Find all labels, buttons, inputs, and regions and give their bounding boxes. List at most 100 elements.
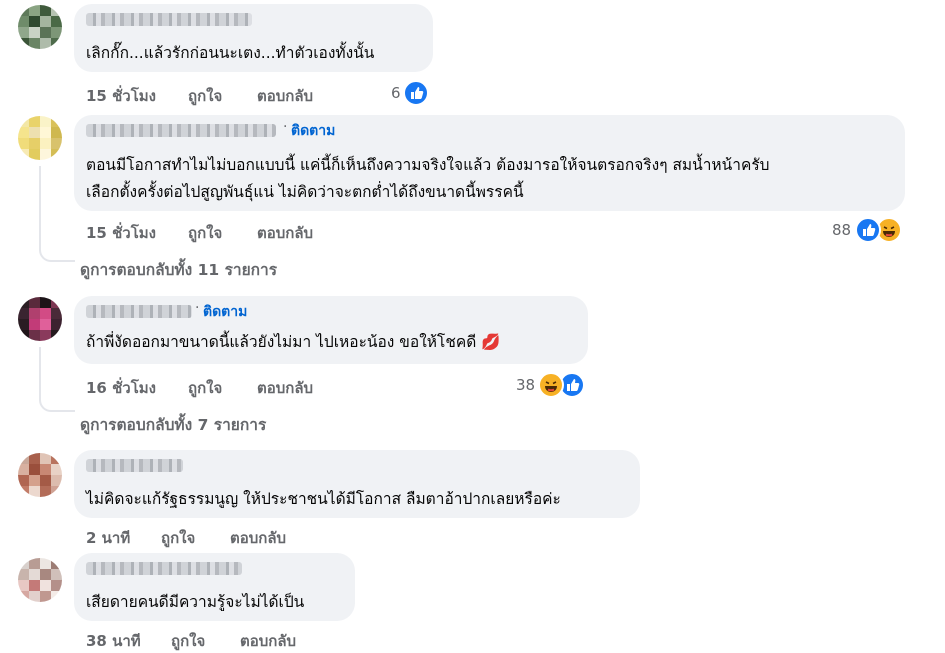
avatar-pixel <box>40 149 51 160</box>
commenter-name-redacted[interactable] <box>86 562 242 575</box>
follow-button[interactable]: ติดตาม <box>203 301 247 323</box>
avatar-pixel <box>18 27 29 38</box>
comment: ไม่คิดจะแก้รัฐธรรมนูญ ให้ประชาชนได้มีโอก… <box>0 445 945 550</box>
timestamp-link[interactable]: 2 นาที <box>86 526 130 550</box>
like-icon[interactable] <box>403 80 429 106</box>
avatar-pixel <box>18 38 29 49</box>
avatar-pixel <box>40 297 51 308</box>
avatar-pixel <box>51 138 62 149</box>
avatar-pixel <box>29 297 40 308</box>
timestamp-link[interactable]: 16 ชั่วโมง <box>86 376 156 400</box>
avatar-pixel <box>51 464 62 475</box>
avatar-pixel <box>51 297 62 308</box>
avatar-pixel <box>51 330 62 341</box>
avatar-pixel <box>51 558 62 569</box>
reaction-count[interactable]: 6 <box>391 84 401 102</box>
reply-button[interactable]: ตอบกลับ <box>240 629 296 653</box>
avatar-pixel <box>29 453 40 464</box>
avatar-pixel <box>40 558 51 569</box>
avatar-pixel <box>29 580 40 591</box>
avatar-pixel <box>29 558 40 569</box>
reaction-count[interactable]: 88 <box>832 221 851 239</box>
like-button[interactable]: ถูกใจ <box>188 376 222 400</box>
separator-dot: · <box>195 300 200 316</box>
avatar-pixel <box>18 453 29 464</box>
reply-button[interactable]: ตอบกลับ <box>257 221 313 245</box>
avatar-pixel <box>40 308 51 319</box>
avatar-pixel <box>18 308 29 319</box>
avatar-pixel <box>40 319 51 330</box>
avatar-pixel <box>40 38 51 49</box>
avatar-pixel <box>51 308 62 319</box>
avatar-pixel <box>18 591 29 602</box>
like-button[interactable]: ถูกใจ <box>188 221 222 245</box>
reaction-count[interactable]: 38 <box>516 376 535 394</box>
comment-text: ตอนมีโอกาสทำไมไม่บอกแบบนี้ แค่นี้ก็เห็นถ… <box>86 156 770 174</box>
avatar-pixel <box>18 319 29 330</box>
timestamp-link[interactable]: 15 ชั่วโมง <box>86 84 156 108</box>
avatar-pixel <box>40 580 51 591</box>
avatar-pixel <box>29 486 40 497</box>
avatar-pixel <box>18 5 29 16</box>
avatar-pixel <box>18 475 29 486</box>
avatar-pixel <box>29 319 40 330</box>
avatar[interactable] <box>18 453 62 497</box>
comment: · ติดตาม ถ้าพี่งัดออกมาขนาดนี้แล้วยังไม่… <box>0 285 945 445</box>
comment: เสียดายคนดีมีความรู้จะไม่ได้เป็น 38 นาที… <box>0 550 945 650</box>
haha-icon[interactable] <box>538 372 564 398</box>
avatar-pixel <box>40 591 51 602</box>
avatar-pixel <box>51 127 62 138</box>
avatar-pixel <box>29 464 40 475</box>
like-button[interactable]: ถูกใจ <box>161 526 195 550</box>
avatar[interactable] <box>18 5 62 49</box>
avatar-pixel <box>40 330 51 341</box>
avatar-pixel <box>51 27 62 38</box>
thread-connector <box>39 347 75 412</box>
like-button[interactable]: ถูกใจ <box>171 629 205 653</box>
comment: · ติดตาม ตอนมีโอกาสทำไมไม่บอกแบบนี้ แค่น… <box>0 110 945 285</box>
avatar-pixel <box>29 330 40 341</box>
avatar[interactable] <box>18 558 62 602</box>
view-replies-link[interactable]: ดูการตอบกลับทั้ง 11 รายการ <box>80 257 277 282</box>
avatar-pixel <box>40 27 51 38</box>
avatar-pixel <box>29 116 40 127</box>
view-replies-link[interactable]: ดูการตอบกลับทั้ง 7 รายการ <box>80 412 266 437</box>
avatar-pixel <box>29 16 40 27</box>
avatar-pixel <box>40 569 51 580</box>
commenter-name-redacted[interactable] <box>86 124 276 137</box>
avatar-pixel <box>40 127 51 138</box>
avatar-pixel <box>51 475 62 486</box>
commenter-name-redacted[interactable] <box>86 13 252 26</box>
avatar-pixel <box>40 5 51 16</box>
avatar-pixel <box>51 453 62 464</box>
comment-bubble: เสียดายคนดีมีความรู้จะไม่ได้เป็น <box>74 553 355 621</box>
commenter-name-redacted[interactable] <box>86 459 183 472</box>
avatar-pixel <box>18 138 29 149</box>
avatar-pixel <box>40 16 51 27</box>
comment-bubble: · ติดตาม ถ้าพี่งัดออกมาขนาดนี้แล้วยังไม่… <box>74 296 588 364</box>
commenter-name-redacted[interactable] <box>86 305 192 318</box>
avatar-pixel <box>40 116 51 127</box>
avatar-pixel <box>29 138 40 149</box>
comment-text: ถ้าพี่งัดออกมาขนาดนี้แล้วยังไม่มา ไปเหอะ… <box>86 333 501 351</box>
avatar-pixel <box>40 138 51 149</box>
avatar-pixel <box>40 475 51 486</box>
avatar[interactable] <box>18 297 62 341</box>
avatar-pixel <box>51 591 62 602</box>
timestamp-link[interactable]: 38 นาที <box>86 629 141 653</box>
reply-button[interactable]: ตอบกลับ <box>257 84 313 108</box>
like-button[interactable]: ถูกใจ <box>188 84 222 108</box>
follow-button[interactable]: ติดตาม <box>291 120 335 142</box>
avatar-pixel <box>29 5 40 16</box>
timestamp-link[interactable]: 15 ชั่วโมง <box>86 221 156 245</box>
avatar[interactable] <box>18 116 62 160</box>
reply-button[interactable]: ตอบกลับ <box>230 526 286 550</box>
avatar-pixel <box>40 486 51 497</box>
avatar-pixel <box>18 149 29 160</box>
avatar-pixel <box>18 464 29 475</box>
avatar-pixel <box>51 319 62 330</box>
avatar-pixel <box>51 580 62 591</box>
avatar-pixel <box>18 16 29 27</box>
like-icon[interactable] <box>855 217 881 243</box>
reply-button[interactable]: ตอบกลับ <box>257 376 313 400</box>
